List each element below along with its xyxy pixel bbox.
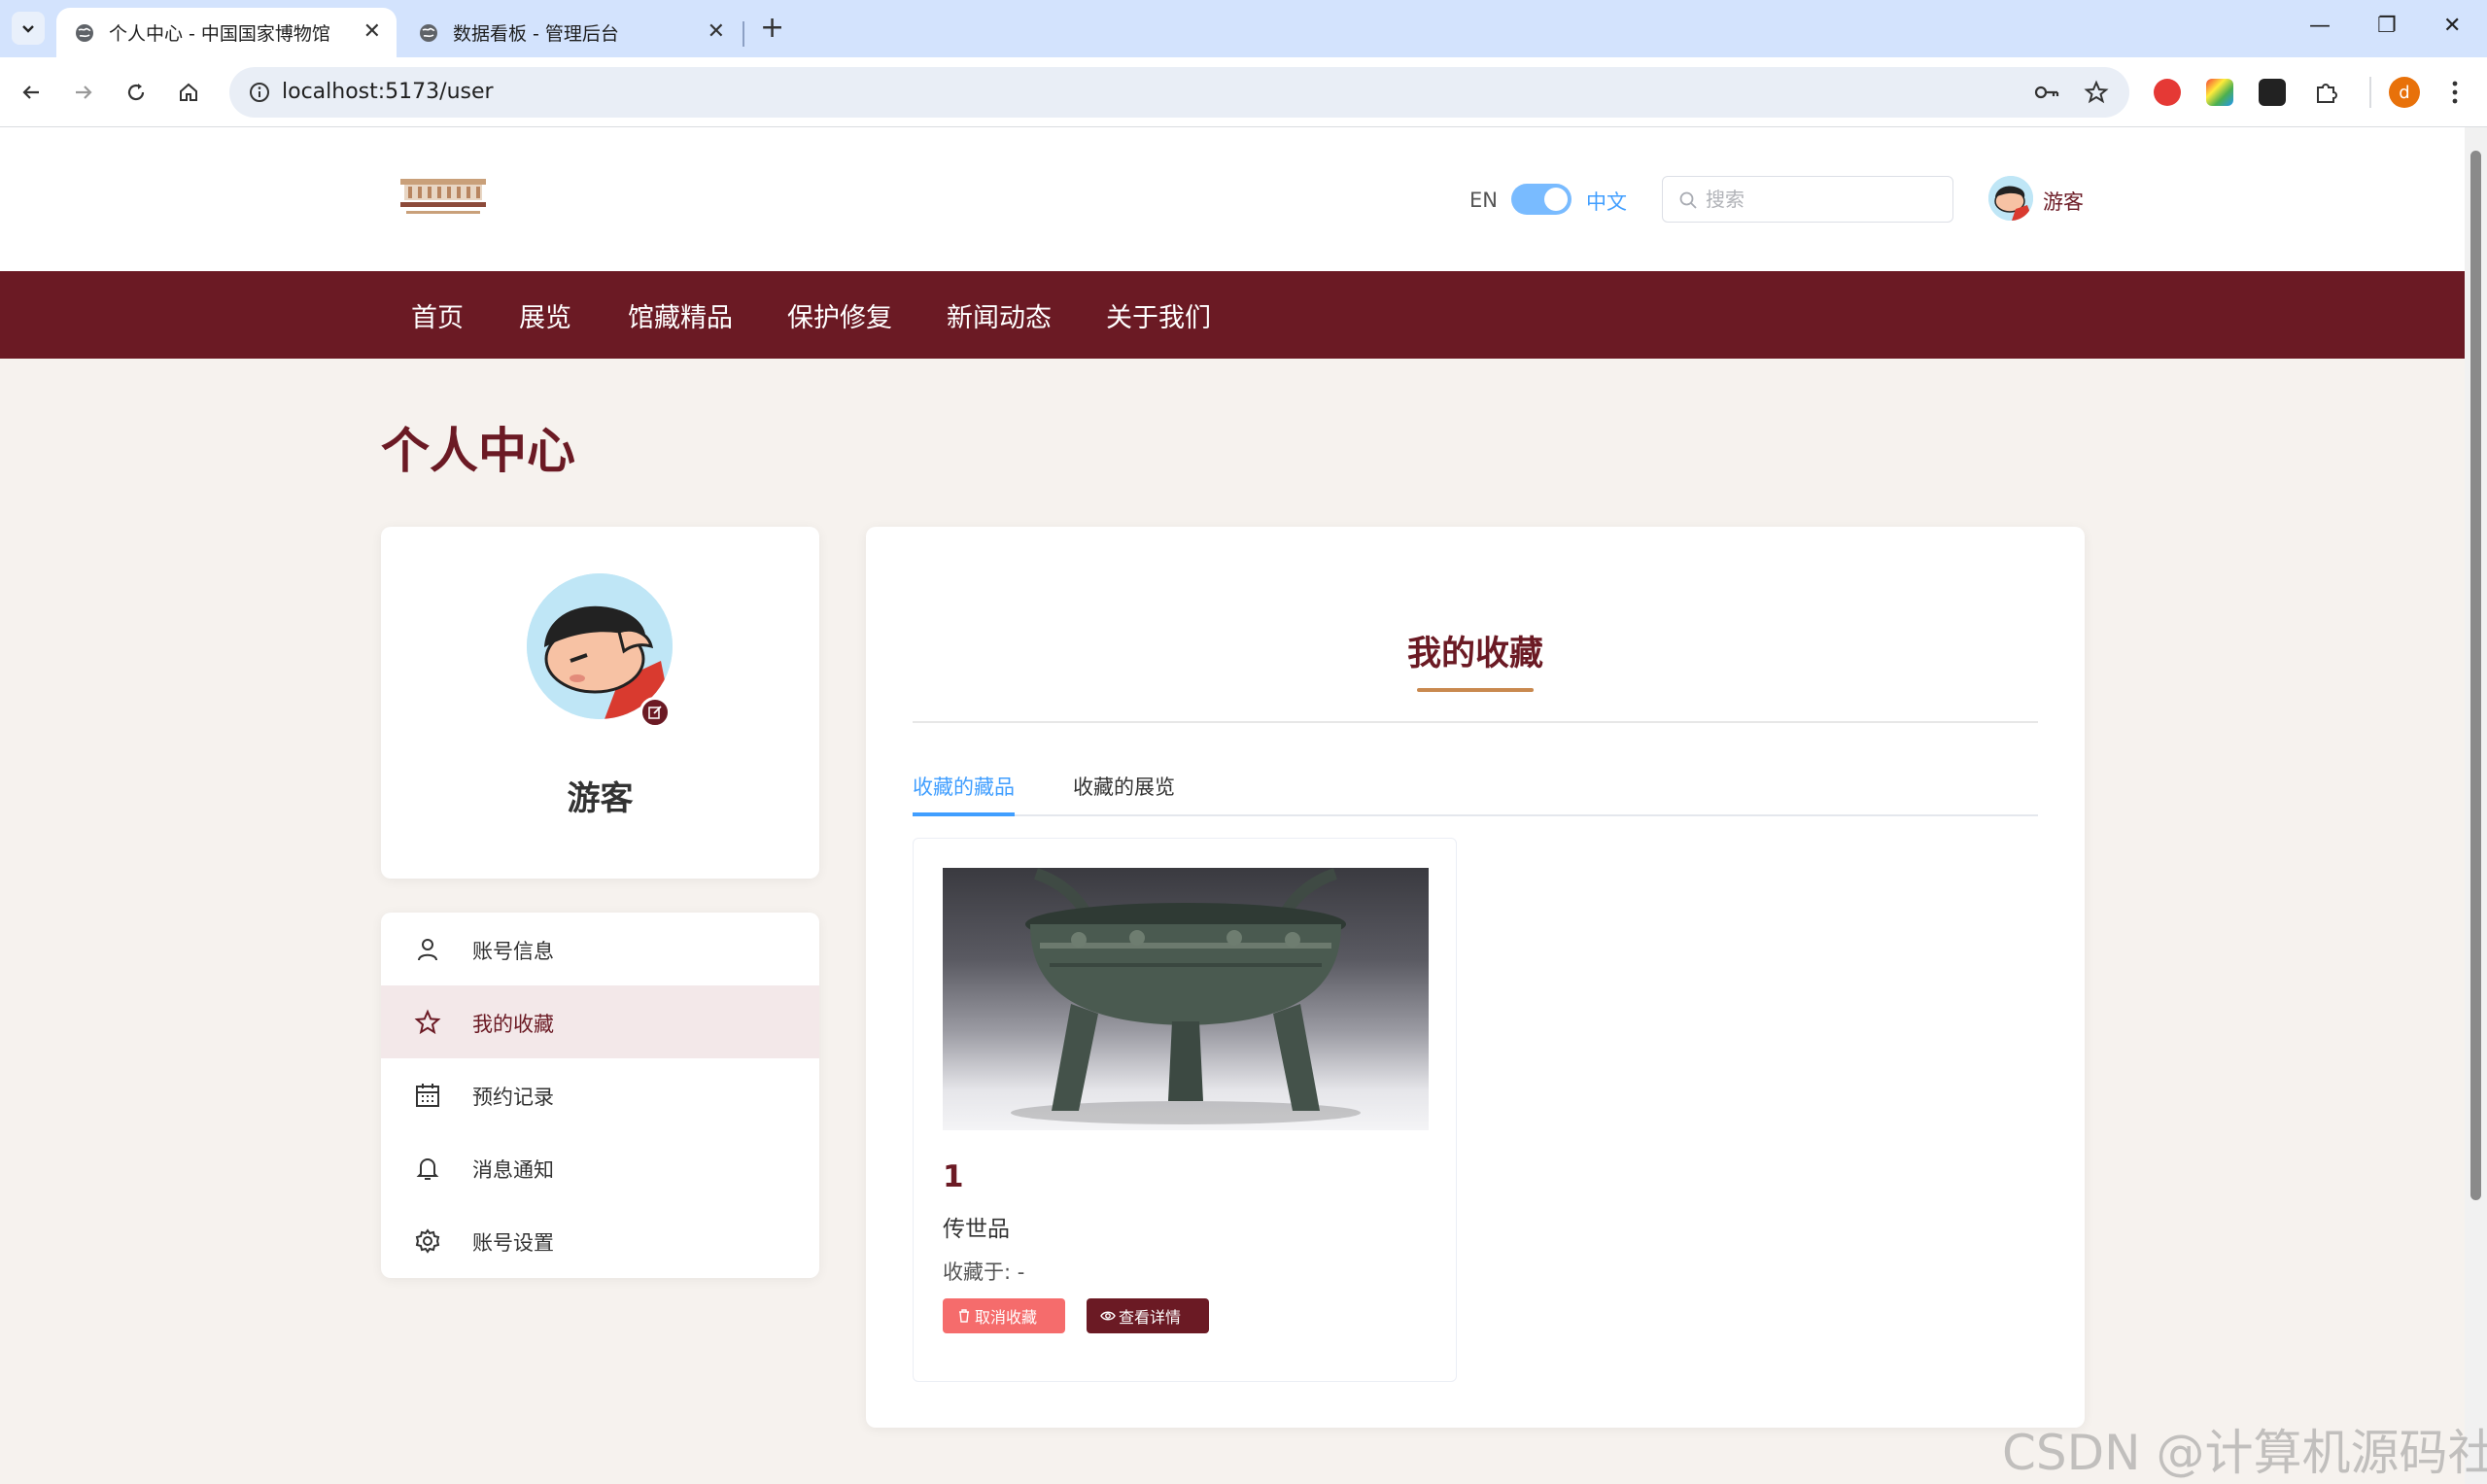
language-toggle[interactable] [1511, 184, 1572, 215]
tab-title: 个人中心 - 中国国家博物馆 [109, 23, 330, 45]
eye-icon [1100, 1311, 1116, 1321]
nav-item-collection[interactable]: 馆藏精品 [628, 296, 733, 334]
collected-date: 收藏于: - [943, 1260, 1025, 1284]
menu-item-label: 账号信息 [472, 940, 554, 963]
site-header: EN 中文 游客 [0, 127, 2465, 271]
menu-item-my-favorites[interactable]: 我的收藏 [381, 985, 819, 1058]
home-icon [180, 83, 197, 101]
museum-logo[interactable] [397, 171, 490, 220]
search-icon [1679, 191, 1697, 209]
browser-tab-user-center[interactable]: 个人中心 - 中国国家博物馆 ✕ [56, 8, 397, 57]
watermark-text: CSDN @计算机源码社 [2002, 1425, 2487, 1481]
new-tab-button[interactable]: + [760, 14, 784, 43]
avatar-edit-button[interactable] [639, 697, 671, 728]
user-icon [418, 939, 437, 961]
tab-search-button[interactable] [12, 12, 45, 45]
artifact-image[interactable] [943, 868, 1429, 1130]
color-extension-icon[interactable] [2206, 79, 2233, 106]
arrow-right-icon [76, 86, 92, 99]
trash-icon [959, 1309, 969, 1323]
page-scrollbar[interactable] [2465, 127, 2487, 1484]
menu-item-label: 消息通知 [472, 1158, 554, 1182]
minimize-icon[interactable]: — [2309, 14, 2331, 38]
chevron-down-icon [22, 25, 34, 33]
profile-name: 游客 [567, 779, 634, 818]
arrow-left-icon [22, 86, 39, 99]
menu-item-account-info[interactable]: 账号信息 [381, 913, 819, 985]
header-avatar[interactable] [1988, 176, 2033, 221]
view-detail-button[interactable]: 查看详情 [1087, 1298, 1209, 1333]
forward-button[interactable] [68, 77, 99, 108]
tab-favorite-artifacts[interactable]: 收藏的藏品 [913, 772, 1015, 816]
title-divider [913, 721, 2038, 723]
favorites-tabs: 收藏的藏品 收藏的展览 [913, 772, 2038, 816]
key-icon[interactable] [2033, 81, 2060, 104]
url-text: localhost:5173/user [282, 80, 494, 104]
profile-avatar-button[interactable]: d [2389, 77, 2420, 108]
menu-item-notifications[interactable]: 消息通知 [381, 1131, 819, 1204]
nav-item-home[interactable]: 首页 [411, 296, 464, 334]
cartoon-avatar-icon [1988, 176, 2033, 221]
nav-item-exhibitions[interactable]: 展览 [519, 296, 571, 334]
menu-item-label: 账号设置 [472, 1231, 554, 1255]
back-button[interactable] [16, 77, 47, 108]
active-tab-indicator [913, 812, 1015, 816]
nav-item-conservation[interactable]: 保护修复 [787, 296, 892, 334]
edit-icon [648, 706, 662, 719]
close-icon[interactable]: ✕ [708, 21, 725, 43]
lang-zh-label: 中文 [1586, 190, 1627, 214]
close-icon[interactable]: ✕ [363, 21, 381, 43]
reload-icon [127, 84, 145, 101]
game-extension-icon[interactable] [2259, 79, 2286, 106]
bronze-ding-vessel-image [1011, 868, 1361, 1124]
scrollbar-thumb[interactable] [2470, 151, 2481, 1200]
tab-favorite-exhibitions[interactable]: 收藏的展览 [1073, 772, 1175, 816]
browser-tab-strip: 个人中心 - 中国国家博物馆 ✕ 数据看板 - 管理后台 ✕ + — ❐ ✕ [0, 0, 2487, 57]
tab-separator [743, 21, 744, 47]
header-user-name[interactable]: 游客 [2043, 187, 2084, 216]
menu-item-account-settings[interactable]: 账号设置 [381, 1204, 819, 1277]
menu-item-label: 我的收藏 [472, 1013, 554, 1036]
section-title: 我的收藏 [1406, 635, 1543, 673]
search-box[interactable] [1662, 176, 1953, 223]
bell-icon [416, 1158, 439, 1180]
restore-icon[interactable]: ❐ [2377, 14, 2397, 38]
info-icon[interactable] [249, 82, 270, 103]
page-title: 个人中心 [381, 423, 575, 479]
star-bookmark-icon[interactable] [2084, 80, 2109, 105]
profile-card: 游客 [381, 527, 819, 879]
puzzle-extensions-icon[interactable] [2313, 79, 2340, 106]
window-close-icon[interactable]: ✕ [2443, 14, 2461, 38]
artifact-id: 1 [943, 1159, 964, 1194]
star-icon [414, 1009, 441, 1035]
adblock-extension-icon[interactable] [2154, 79, 2181, 106]
search-input[interactable] [1706, 185, 1939, 214]
favorite-item-card: 1 传世品 收藏于: - 取消收藏 查看详情 [913, 838, 1457, 1382]
more-vert-icon[interactable] [2449, 79, 2461, 106]
home-button[interactable] [173, 77, 204, 108]
menu-item-label: 预约记录 [472, 1086, 554, 1109]
nav-item-news[interactable]: 新闻动态 [947, 296, 1052, 334]
reload-button[interactable] [121, 77, 152, 108]
globe-icon [76, 23, 93, 42]
tab-title: 数据看板 - 管理后台 [453, 23, 619, 45]
lang-en-label: EN [1469, 189, 1498, 212]
favorites-panel: 我的收藏 收藏的藏品 收藏的展览 1 传世品 收藏于: - 取消收藏 查看详情 [866, 527, 2085, 1428]
unfavorite-label: 取消收藏 [975, 1308, 1038, 1327]
nav-item-about[interactable]: 关于我们 [1106, 296, 1211, 334]
user-side-menu: 账号信息 我的收藏 预约记录 消息通知 账号设置 [381, 913, 819, 1278]
browser-toolbar: localhost:5173/user d [0, 57, 2487, 127]
unfavorite-button[interactable]: 取消收藏 [943, 1298, 1065, 1333]
view-detail-label: 查看详情 [1119, 1308, 1182, 1327]
main-nav: 首页 展览 馆藏精品 保护修复 新闻动态 关于我们 [0, 271, 2465, 359]
toolbar-divider [2369, 77, 2371, 108]
title-underline [1417, 688, 1534, 692]
browser-tab-dashboard[interactable]: 数据看板 - 管理后台 ✕ [400, 8, 741, 57]
globe-icon [420, 23, 437, 42]
calendar-icon [416, 1084, 439, 1107]
address-bar[interactable]: localhost:5173/user [229, 67, 2129, 118]
gear-icon [415, 1228, 440, 1254]
artifact-name: 传世品 [943, 1217, 1010, 1242]
menu-item-reservations[interactable]: 预约记录 [381, 1058, 819, 1131]
